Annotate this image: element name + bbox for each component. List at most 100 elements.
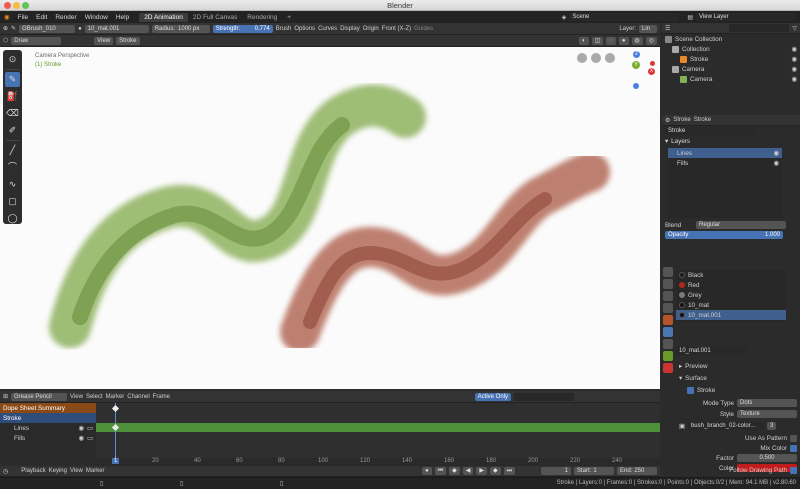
use-as-pattern-checkbox[interactable]: [790, 434, 797, 442]
curve-tool-icon[interactable]: ∿: [5, 177, 20, 192]
outliner-search[interactable]: [729, 24, 790, 32]
keyframe-icon[interactable]: [111, 404, 120, 413]
mode-selector[interactable]: Draw: [11, 36, 62, 45]
dopesheet-search[interactable]: [514, 392, 574, 401]
outliner-row[interactable]: Collection ◉: [662, 44, 800, 54]
next-key-icon[interactable]: ◆: [489, 467, 501, 475]
dopesheet-marker-menu[interactable]: Marker: [106, 394, 125, 400]
dopesheet-select-menu[interactable]: Select: [86, 394, 103, 400]
layer-visibility-icon[interactable]: ◉: [774, 160, 780, 167]
select-tool-icon[interactable]: ⊙: [5, 52, 20, 67]
view-layer-selector[interactable]: View Layer: [696, 13, 796, 21]
layer-item[interactable]: Lines ◉: [668, 148, 782, 158]
texture-field[interactable]: bush_branch_02-color...: [687, 422, 764, 430]
visibility-icon[interactable]: ◉: [792, 76, 798, 83]
follow-path-checkbox[interactable]: [790, 467, 797, 474]
fill-tool-icon[interactable]: ⛽: [5, 89, 20, 104]
zoom-icon[interactable]: [577, 53, 587, 63]
play-reverse-icon[interactable]: ◀: [462, 467, 474, 475]
outliner-row[interactable]: Camera ◉: [662, 64, 800, 74]
factor-field[interactable]: 0.500: [737, 454, 797, 462]
dopesheet-tracks[interactable]: [96, 403, 660, 458]
playback-menu[interactable]: Playback: [21, 468, 45, 474]
data-tab-icon[interactable]: [663, 351, 673, 361]
visibility-icon[interactable]: ◉: [79, 435, 85, 442]
record-icon[interactable]: ●: [422, 467, 432, 475]
curves-menu[interactable]: Curves: [318, 26, 337, 32]
layers-panel-header[interactable]: ▾ Layers: [662, 136, 800, 146]
visibility-icon[interactable]: ◉: [792, 56, 798, 63]
render-tab-icon[interactable]: [663, 279, 673, 289]
scene-icon[interactable]: ◈: [562, 14, 567, 21]
brush-icon[interactable]: ✎: [11, 25, 16, 32]
end-frame-field[interactable]: End: 250: [617, 467, 657, 475]
outliner-row[interactable]: Stroke ◉: [662, 54, 800, 64]
shading-wire-icon[interactable]: ◌: [606, 36, 616, 45]
layer-visibility-icon[interactable]: ◉: [774, 150, 780, 157]
tab-2d-animation[interactable]: 2D Animation: [139, 12, 188, 22]
mode-type-selector[interactable]: Dots: [737, 399, 797, 407]
erase-tool-icon[interactable]: ⌫: [5, 106, 20, 121]
axis-neg-z-gizmo[interactable]: [633, 83, 639, 89]
view-menu[interactable]: Front (X-Z): [382, 26, 411, 32]
material-field[interactable]: 10_mat.001: [676, 347, 746, 355]
scene-selector[interactable]: Scene: [569, 13, 680, 21]
menu-render[interactable]: Render: [51, 14, 80, 21]
view-menu-button[interactable]: View: [94, 36, 114, 45]
filter-icon[interactable]: ▽: [792, 25, 797, 32]
overlay-icon[interactable]: ◐: [579, 36, 589, 45]
visibility-icon[interactable]: ◉: [79, 425, 85, 432]
menu-file[interactable]: File: [14, 14, 32, 21]
visibility-icon[interactable]: ◉: [792, 46, 798, 53]
menu-window[interactable]: Window: [81, 14, 112, 21]
channel-row[interactable]: Stroke: [0, 413, 96, 423]
data-name-field[interactable]: Stroke: [665, 127, 755, 135]
timeline-view-menu[interactable]: View: [70, 468, 83, 474]
shading-solid-icon[interactable]: ●: [618, 36, 629, 45]
pan-icon[interactable]: [591, 53, 601, 63]
outliner-row[interactable]: Scene Collection: [662, 34, 800, 44]
axis-z-gizmo[interactable]: Z: [633, 51, 640, 58]
active-only-toggle[interactable]: Active Only: [474, 392, 511, 401]
dopesheet-mode-selector[interactable]: Grease Pencil: [11, 392, 68, 401]
arc-tool-icon[interactable]: ⌒: [5, 160, 20, 175]
timeline-marker-menu[interactable]: Marker: [86, 468, 105, 474]
channel-row[interactable]: Lines ◉ ▭: [0, 423, 96, 433]
shading-material-icon[interactable]: ◍: [631, 36, 643, 45]
dopesheet-frame-menu[interactable]: Frame: [153, 394, 170, 400]
origin-menu[interactable]: Origin: [363, 26, 379, 32]
properties-type-icon[interactable]: ⚙: [665, 117, 670, 124]
strength-field[interactable]: Strength: 0.774: [212, 24, 273, 33]
guides-menu[interactable]: Guides: [414, 26, 433, 32]
axis-x-gizmo[interactable]: [650, 61, 655, 66]
display-menu[interactable]: Display: [340, 26, 360, 32]
output-tab-icon[interactable]: [663, 291, 673, 301]
material-slot[interactable]: Black: [676, 270, 786, 280]
menu-edit[interactable]: Edit: [32, 14, 51, 21]
texture-users[interactable]: 3: [766, 422, 777, 430]
axis-x-label[interactable]: X: [648, 68, 655, 75]
dopesheet-view-menu[interactable]: View: [70, 394, 83, 400]
editor-type-icon[interactable]: ⊕: [3, 25, 8, 32]
blend-selector[interactable]: Regular: [696, 221, 786, 229]
options-menu[interactable]: Options: [294, 26, 315, 32]
tint-tool-icon[interactable]: ✐: [5, 123, 20, 138]
frame-ruler[interactable]: 1 20 40 60 80 100 120 140 160 180 200 22…: [96, 458, 660, 466]
blender-logo-icon[interactable]: ◉: [0, 13, 14, 21]
play-icon[interactable]: ▶: [476, 467, 487, 475]
material-slot[interactable]: 10_mat: [676, 300, 786, 310]
xray-icon[interactable]: ◫: [591, 36, 604, 45]
start-frame-field[interactable]: Start: 1: [574, 467, 614, 475]
layer-item[interactable]: Fills ◉: [668, 158, 782, 168]
modifier-tab-icon[interactable]: [663, 327, 673, 337]
tab-rendering[interactable]: Rendering: [242, 13, 282, 22]
stroke-subpanel-header[interactable]: Stroke: [684, 385, 718, 395]
layer-selector[interactable]: Lin: [639, 24, 657, 33]
outliner-row[interactable]: Camera ◉: [662, 74, 800, 84]
data-tab[interactable]: Stroke: [694, 117, 711, 123]
current-frame-field[interactable]: 1: [541, 467, 571, 475]
preview-panel-header[interactable]: ▸ Preview: [676, 361, 711, 371]
surface-panel-header[interactable]: ▾ Surface: [676, 373, 710, 383]
dopesheet-channel-menu[interactable]: Channel: [127, 394, 149, 400]
object-tab[interactable]: Stroke: [673, 117, 690, 123]
